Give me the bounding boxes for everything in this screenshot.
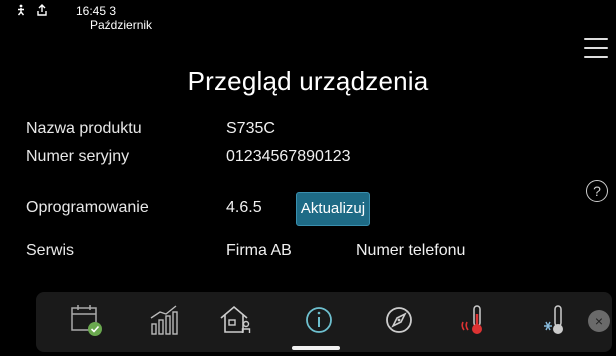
serial-number-label: Numer seryjny — [26, 148, 130, 165]
status-bar: 16:45 3 Październik — [14, 4, 152, 32]
hot-water-temperature-icon[interactable] — [454, 300, 494, 340]
bottom-dock — [36, 292, 612, 352]
dock-handle[interactable] — [292, 346, 340, 350]
status-time: 16:45 3 — [76, 4, 117, 18]
statistics-icon[interactable] — [144, 300, 184, 340]
product-name-value: S735C — [226, 120, 275, 137]
software-label: Oprogramowanie — [26, 199, 149, 216]
phone-number-label: Numer telefonu — [356, 242, 466, 259]
page-title: Przegląd urządzenia — [187, 66, 429, 96]
upload-icon — [35, 4, 49, 19]
calendar-icon[interactable] — [66, 300, 106, 340]
person-icon — [14, 4, 28, 19]
home-icon[interactable] — [216, 300, 256, 340]
product-name-label: Nazwa produktu — [26, 120, 142, 137]
close-dock-button[interactable]: × — [588, 310, 610, 332]
service-label: Serwis — [26, 242, 75, 259]
update-button[interactable]: Aktualizuj — [296, 192, 370, 226]
hamburger-menu-icon[interactable] — [584, 38, 608, 60]
serial-number-value: 01234567890123 — [226, 148, 351, 165]
software-version-value: 4.6.5 — [226, 199, 262, 216]
status-month: Październik — [90, 18, 153, 32]
service-company-value: Firma AB — [226, 242, 292, 259]
compass-icon[interactable] — [379, 300, 419, 340]
info-icon[interactable] — [299, 300, 339, 340]
cooling-temperature-icon[interactable] — [536, 300, 576, 340]
help-icon[interactable]: ? — [586, 180, 608, 202]
